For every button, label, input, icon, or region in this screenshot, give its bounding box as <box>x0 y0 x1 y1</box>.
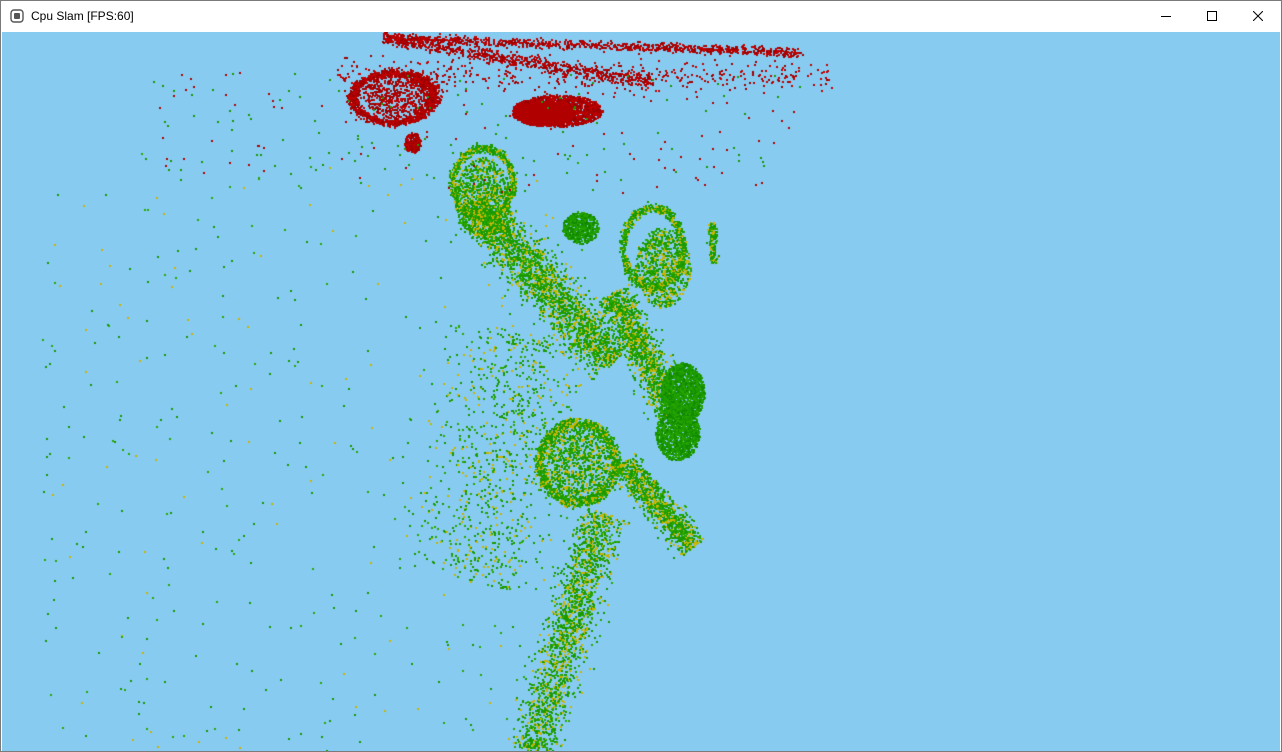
render-viewport[interactable] <box>2 32 1280 751</box>
point-cloud-canvas[interactable] <box>2 32 1280 751</box>
maximize-button[interactable] <box>1189 1 1235 31</box>
app-window-icon <box>9 8 25 24</box>
close-icon <box>1253 11 1263 21</box>
minimize-icon <box>1161 16 1171 17</box>
title-bar[interactable]: Cpu Slam [FPS:60] <box>1 1 1281 31</box>
window-controls <box>1143 1 1281 31</box>
minimize-button[interactable] <box>1143 1 1189 31</box>
close-button[interactable] <box>1235 1 1281 31</box>
window-title: Cpu Slam [FPS:60] <box>31 9 134 23</box>
maximize-icon <box>1207 11 1217 21</box>
app-window: Cpu Slam [FPS:60] <box>0 0 1282 752</box>
